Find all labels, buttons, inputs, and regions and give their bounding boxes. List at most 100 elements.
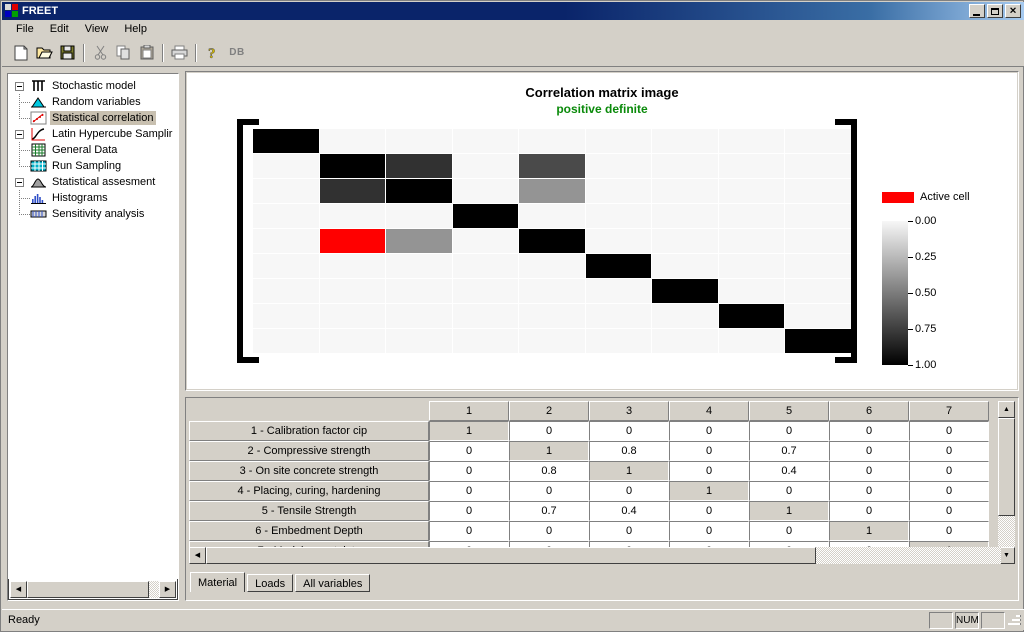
heatmap-cell[interactable] [386, 329, 452, 353]
menu-help[interactable]: Help [116, 21, 155, 38]
heatmap-cell[interactable] [652, 204, 718, 228]
database-button[interactable]: DB [224, 42, 250, 64]
table-cell[interactable]: 0 [509, 521, 589, 541]
table-cell[interactable]: 0 [669, 421, 749, 441]
scroll-up-arrow[interactable]: ▲ [998, 401, 1015, 418]
table-cell[interactable]: 0.8 [589, 441, 669, 461]
scroll-track[interactable] [27, 581, 159, 598]
heatmap-cell[interactable] [319, 129, 386, 153]
heatmap-cell[interactable] [253, 129, 319, 153]
new-button[interactable] [10, 42, 33, 64]
heatmap-cell[interactable] [452, 229, 519, 253]
column-header-3[interactable]: 3 [589, 401, 669, 421]
scroll-left-arrow-table[interactable]: ◀ [189, 547, 206, 564]
table-cell[interactable]: 1 [589, 461, 669, 481]
heatmap-cell[interactable] [519, 229, 585, 253]
heatmap-cell[interactable] [386, 204, 452, 228]
column-header-1[interactable]: 1 [429, 401, 509, 421]
heatmap-cell[interactable] [785, 279, 851, 303]
heatmap-cell[interactable] [718, 129, 785, 153]
table-cell[interactable]: 1 [829, 521, 909, 541]
row-header[interactable]: 6 - Embedment Depth [189, 521, 429, 541]
print-button[interactable] [168, 42, 191, 64]
column-header-2[interactable]: 2 [509, 401, 589, 421]
table-cell[interactable]: 0 [429, 461, 509, 481]
heatmap-cell[interactable] [319, 279, 386, 303]
heatmap-active-cell[interactable] [319, 229, 386, 253]
open-button[interactable] [33, 42, 56, 64]
table-cell[interactable]: 0 [589, 421, 669, 441]
column-header-4[interactable]: 4 [669, 401, 749, 421]
minimize-button[interactable] [969, 4, 985, 18]
column-header-7[interactable]: 7 [909, 401, 989, 421]
row-header[interactable]: 2 - Compressive strength [189, 441, 429, 461]
table-cell[interactable]: 0 [909, 481, 989, 501]
heatmap-cell[interactable] [585, 304, 652, 328]
table-cell[interactable]: 0 [669, 461, 749, 481]
heatmap-cell[interactable] [652, 229, 718, 253]
scroll-left-arrow[interactable]: ◀ [10, 581, 27, 598]
heatmap-cell[interactable] [319, 154, 386, 178]
table-cell[interactable]: 0.7 [509, 501, 589, 521]
row-header[interactable]: 1 - Calibration factor cip [189, 421, 429, 441]
maximize-button[interactable] [987, 4, 1003, 18]
heatmap-cell[interactable] [652, 129, 718, 153]
tree-item-general-data[interactable]: General Data [12, 142, 178, 158]
table-cell[interactable]: 0.4 [749, 461, 829, 481]
heatmap-cell[interactable] [585, 204, 652, 228]
heatmap-cell[interactable] [452, 304, 519, 328]
heatmap-cell[interactable] [785, 129, 851, 153]
table-cell[interactable]: 0 [589, 481, 669, 501]
heatmap-cell[interactable] [585, 254, 652, 278]
tab-material[interactable]: Material [190, 572, 246, 592]
table-cell[interactable]: 0 [429, 521, 509, 541]
column-header-5[interactable]: 5 [749, 401, 829, 421]
scroll-thumb[interactable] [27, 581, 149, 598]
heatmap-cell[interactable] [319, 179, 386, 203]
tree-item-run-sampling[interactable]: Run Sampling [12, 158, 178, 174]
heatmap-cell[interactable] [519, 129, 585, 153]
tree-expander-latin-hypercube[interactable] [12, 126, 30, 142]
tree-horizontal-scrollbar[interactable]: ◀ ▶ [10, 581, 176, 598]
table-cell[interactable]: 0.4 [589, 501, 669, 521]
correlation-table-viewport[interactable]: 12345671 - Calibration factor cip 1 0 0 0 0 0 0… [189, 401, 1001, 564]
heatmap-cell[interactable] [718, 254, 785, 278]
column-header-6[interactable]: 6 [829, 401, 909, 421]
heatmap-cell[interactable] [519, 329, 585, 353]
cut-button[interactable] [89, 42, 112, 64]
close-button[interactable]: ✕ [1005, 4, 1021, 18]
tree-item-stochastic-model[interactable]: Stochastic model [12, 78, 178, 94]
heatmap-cell[interactable] [718, 179, 785, 203]
table-cell[interactable]: 0 [909, 421, 989, 441]
tree-item-histograms[interactable]: Histograms [12, 190, 178, 206]
tab-all-variables[interactable]: All variables [295, 574, 371, 592]
table-cell[interactable]: 0 [829, 501, 909, 521]
table-cell[interactable]: 0 [669, 441, 749, 461]
correlation-matrix[interactable] [237, 119, 857, 363]
heatmap-cell[interactable] [386, 254, 452, 278]
table-cell[interactable]: 0 [589, 521, 669, 541]
heatmap-cell[interactable] [452, 329, 519, 353]
tree-item-latin-hypercube-sampling[interactable]: Latin Hypercube Samplir [12, 126, 178, 142]
heatmap-cell[interactable] [785, 154, 851, 178]
heatmap-cell[interactable] [253, 179, 319, 203]
heatmap-cell[interactable] [785, 254, 851, 278]
heatmap-cell[interactable] [319, 254, 386, 278]
table-cell[interactable]: 0 [669, 521, 749, 541]
table-cell[interactable]: 1 [669, 481, 749, 501]
scroll-track-vertical[interactable] [998, 418, 1015, 547]
heatmap-cell[interactable] [652, 154, 718, 178]
table-cell[interactable]: 0.7 [749, 441, 829, 461]
heatmap-cell[interactable] [253, 204, 319, 228]
heatmap-cell[interactable] [585, 129, 652, 153]
heatmap-cell[interactable] [652, 179, 718, 203]
heatmap-cell[interactable] [386, 229, 452, 253]
heatmap-cell[interactable] [452, 254, 519, 278]
heatmap-cell[interactable] [785, 329, 851, 353]
heatmap-cell[interactable] [652, 329, 718, 353]
heatmap-cell[interactable] [652, 279, 718, 303]
scroll-right-arrow[interactable]: ▶ [159, 581, 176, 598]
heatmap-cell[interactable] [319, 204, 386, 228]
heatmap-cell[interactable] [519, 204, 585, 228]
table-cell[interactable]: 0 [829, 461, 909, 481]
